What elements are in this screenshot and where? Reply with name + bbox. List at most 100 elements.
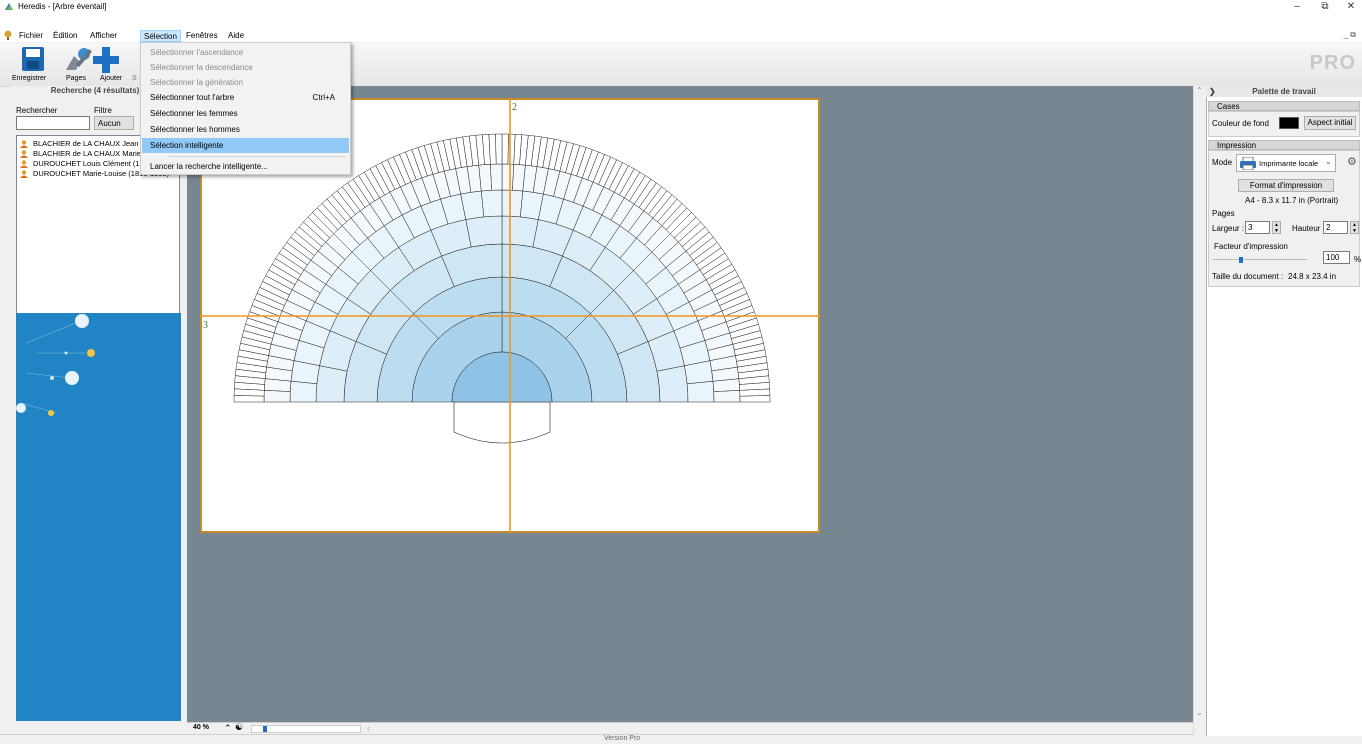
fan-cell[interactable] [289, 380, 318, 403]
zoom-slider-thumb[interactable] [263, 726, 267, 732]
print-factor-thumb[interactable] [1239, 257, 1243, 263]
result-name: BLACHIER de LA CHAUX Jean [33, 139, 139, 148]
save-icon[interactable] [22, 47, 44, 71]
menu-select-ascendance[interactable]: Sélectionner l'ascendance [142, 45, 349, 60]
menu-aide[interactable]: Aide [225, 30, 247, 42]
save-button[interactable]: Enregistrer [12, 75, 46, 82]
mdi-window-controls[interactable]: _ ⧉ [1344, 30, 1356, 40]
fan-cell[interactable] [686, 380, 715, 403]
person-icon [20, 160, 28, 168]
fan-cell[interactable] [465, 215, 503, 248]
zoom-slider[interactable] [251, 725, 361, 733]
menu-item-label: Sélectionner la génération [150, 78, 243, 87]
impression-section-header[interactable]: Impression [1208, 140, 1360, 150]
right-scrollbar[interactable]: ⌃ ⌄ [1193, 86, 1206, 736]
fan-cell[interactable] [713, 390, 741, 403]
menu-item-label: Sélectionner tout l'arbre [150, 93, 235, 102]
fan-cell[interactable] [480, 189, 503, 218]
menu-separator [169, 156, 345, 157]
palette-title-bar: ❯ Palette de travail [1206, 86, 1362, 97]
fan-cell[interactable] [501, 189, 524, 218]
status-bar: Version Pro [0, 734, 1362, 744]
menu-select-men[interactable]: Sélectionner les hommes [142, 122, 349, 137]
fan-cell[interactable] [495, 133, 503, 165]
menu-selection[interactable]: Sélection [140, 30, 181, 42]
tree-menu-icon[interactable] [4, 30, 12, 40]
title-bar: Heredis - [Arbre éventail] – ⧉ ✕ [0, 0, 1362, 14]
menu-smart-selection[interactable]: Sélection intelligente [142, 138, 349, 153]
result-name: DUROUCHET Louis Clément (17 [33, 159, 144, 168]
minimize-icon[interactable]: – [1283, 0, 1311, 14]
doc-size-value: 24.8 x 23.4 in [1288, 272, 1337, 281]
menu-select-descendance[interactable]: Sélectionner la descendance [142, 60, 349, 75]
width-stepper[interactable]: ▲ ▼ [1272, 221, 1281, 234]
root-person-cell[interactable] [453, 401, 551, 444]
fan-cell[interactable] [263, 390, 291, 403]
doc-size-label: Taille du document : [1212, 272, 1284, 281]
fan-cell[interactable] [315, 365, 348, 403]
fan-cell[interactable] [507, 133, 516, 165]
menu-item-label: Sélectionner l'ascendance [150, 48, 244, 57]
menu-select-women[interactable]: Sélectionner les femmes [142, 106, 349, 121]
page-number-3: 3 [203, 320, 208, 331]
gear-icon[interactable]: ⚙ [1347, 155, 1357, 168]
width-label: Largeur : [1212, 224, 1245, 233]
fan-cell[interactable] [501, 163, 514, 191]
height-stepper[interactable]: ▲ ▼ [1350, 221, 1359, 234]
window-title: Heredis - [Arbre éventail] [18, 2, 107, 11]
menu-select-generation[interactable]: Sélectionner la génération [142, 75, 349, 90]
menu-select-all[interactable]: Sélectionner tout l'arbre Ctrl+A [142, 90, 349, 105]
width-input[interactable]: 3 [1245, 221, 1270, 234]
fan-cell[interactable] [501, 215, 539, 248]
collapse-arrow-icon[interactable]: ❯ [1209, 86, 1216, 97]
chevron-up-icon[interactable]: ⌃ [224, 723, 232, 734]
version-label: Version Pro [604, 735, 641, 742]
zoom-level: 40 % [193, 724, 209, 731]
menu-item-label: Sélection intelligente [150, 141, 224, 150]
print-factor-slider[interactable] [1213, 257, 1307, 263]
search-input[interactable] [16, 116, 90, 130]
person-icon [20, 140, 28, 148]
menu-afficher[interactable]: Afficher [87, 30, 120, 42]
cases-section-header[interactable]: Cases [1208, 101, 1360, 111]
menu-fichier[interactable]: Fichier [16, 30, 46, 42]
scroll-left-icon[interactable]: ‹ [367, 723, 370, 733]
menu-item-label: Lancer la recherche intelligente... [150, 162, 268, 171]
filter-select[interactable]: Aucun [94, 116, 134, 130]
chevron-up-icon[interactable]: ⌃ [1196, 86, 1203, 95]
restore-icon[interactable]: ⧉ [1311, 0, 1339, 14]
menu-fenetres[interactable]: Fenêtres [183, 30, 221, 42]
menu-edition[interactable]: Édition [50, 30, 80, 42]
add-icon[interactable] [93, 47, 119, 73]
fan-cell[interactable] [656, 365, 689, 403]
chevron-down-icon[interactable]: ⌄ [1196, 708, 1203, 717]
add-button[interactable]: Ajouter [100, 75, 122, 82]
pages-icon[interactable] [64, 46, 94, 72]
mode-value: Imprimante locale [1259, 159, 1319, 168]
result-name: BLACHIER de LA CHAUX Marie [33, 149, 141, 158]
center-person-icon[interactable]: ☯ [235, 722, 243, 733]
bg-color-swatch[interactable] [1279, 117, 1299, 129]
aspect-initial-button[interactable]: Aspect initial [1304, 116, 1356, 130]
fan-cell[interactable] [490, 163, 503, 191]
fan-cell[interactable] [512, 164, 526, 192]
print-format-button[interactable]: Format d'impression [1238, 179, 1334, 192]
mode-label: Mode [1212, 158, 1233, 167]
print-factor-input[interactable]: 100 [1323, 251, 1350, 264]
menu-item-label: Sélectionner les hommes [150, 125, 240, 134]
menu-shortcut: Ctrl+A [312, 93, 335, 102]
pages-button[interactable]: Pages [66, 75, 86, 82]
toolbar-extra-label[interactable]: S [132, 75, 137, 82]
print-factor-label: Facteur d'impression [1214, 242, 1288, 251]
fan-cell[interactable] [739, 395, 771, 403]
fan-cell[interactable] [264, 378, 292, 392]
menu-launch-smart-search[interactable]: Lancer la recherche intelligente... [142, 159, 349, 174]
menu-item-label: Sélectionner les femmes [150, 109, 238, 118]
close-icon[interactable]: ✕ [1337, 0, 1362, 14]
fan-cell[interactable] [501, 133, 509, 165]
mode-select[interactable]: Imprimante locale ⌄ [1236, 154, 1336, 172]
fan-cell[interactable] [233, 388, 265, 397]
fan-cell[interactable] [233, 395, 265, 403]
height-input[interactable]: 2 [1323, 221, 1348, 234]
title-bar-extension [0, 14, 1362, 29]
